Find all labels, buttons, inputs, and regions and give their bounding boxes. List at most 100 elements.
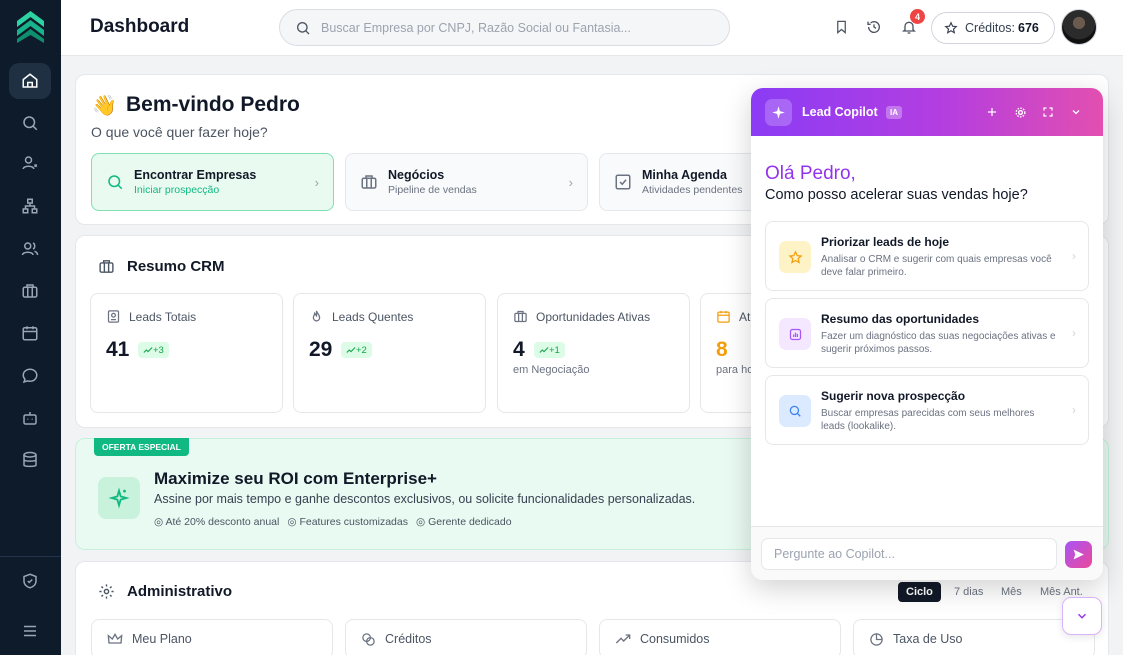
welcome-subtitle: O que você quer fazer hoje? [91, 124, 268, 140]
admin-card-usage-rate[interactable]: Taxa de Uso [853, 619, 1095, 655]
stat-value: 41 [106, 338, 130, 361]
stat-footnote: em Negociação [513, 364, 590, 376]
sidebar-item-home[interactable] [9, 63, 51, 99]
sidebar-item-search[interactable] [9, 105, 51, 141]
trend-up-icon [615, 634, 631, 644]
suggestion-description: Analisar o CRM e sugerir com quais empre… [821, 254, 1052, 278]
copilot-settings-button[interactable] [1012, 104, 1028, 120]
suggestion-opportunities-summary[interactable]: Resumo das oportunidades Fazer um diagnó… [765, 298, 1089, 368]
sidebar-item-security[interactable] [9, 563, 51, 599]
notification-badge: 4 [910, 9, 925, 24]
copilot-input-bar [751, 526, 1103, 580]
stat-value: 8 [716, 338, 728, 361]
suggestion-prioritize-leads[interactable]: Priorizar leads de hoje Analisar o CRM e… [765, 221, 1089, 291]
suggestion-title: Sugerir nova prospecção [821, 389, 966, 403]
admin-card-plan[interactable]: Meu Plano [91, 619, 333, 655]
bot-icon [23, 412, 37, 425]
copilot-question: Como posso acelerar suas vendas hoje? [765, 187, 1028, 203]
user-icon [22, 156, 38, 170]
period-tab-7-days[interactable]: 7 dias [946, 582, 991, 602]
database-icon [23, 451, 37, 468]
stat-card-active-opportunities[interactable]: Oportunidades Ativas 4 +1 em Negociação [497, 293, 690, 413]
stat-card-total-leads[interactable]: Leads Totais 41 +3 [90, 293, 283, 413]
action-subtitle: Atividades pendentes [642, 184, 743, 196]
suggestion-description: Fazer um diagnóstico das suas negociaçõe… [821, 331, 1056, 355]
action-deals[interactable]: Negócios Pipeline de vendas › [345, 153, 588, 211]
copilot-title: Lead Copilot [802, 105, 878, 119]
credits-label: Créditos: [965, 21, 1016, 35]
send-icon [1073, 549, 1084, 560]
stat-delta: +2 [341, 342, 372, 358]
suggestion-new-prospecting[interactable]: Sugerir nova prospecção Buscar empresas … [765, 375, 1089, 445]
period-tab-cycle[interactable]: Ciclo [898, 582, 941, 602]
promo-feature: ◎ Features customizadas [287, 516, 408, 528]
stat-delta: +1 [534, 342, 565, 358]
minimize-button[interactable] [1068, 104, 1084, 120]
plus-icon [988, 108, 996, 116]
send-button[interactable] [1065, 541, 1092, 568]
sidebar-item-menu[interactable] [9, 613, 51, 649]
sidebar-item-org[interactable] [9, 188, 51, 224]
admin-card-consumed[interactable]: Consumidos [599, 619, 841, 655]
sidebar-item-chat[interactable] [9, 358, 51, 394]
new-chat-button[interactable] [984, 104, 1000, 120]
sidebar-item-contacts[interactable] [9, 231, 51, 267]
chevron-right-icon: › [1072, 249, 1076, 263]
briefcase-icon [514, 310, 527, 323]
global-search[interactable] [279, 9, 730, 46]
menu-icon [24, 625, 36, 637]
action-subtitle: Iniciar prospecção [134, 184, 220, 196]
stat-card-hot-leads[interactable]: Leads Quentes 29 +2 [293, 293, 486, 413]
sidebar-item-database[interactable] [9, 442, 51, 478]
bookmark-icon [836, 20, 846, 34]
chevron-right-icon: › [568, 175, 573, 190]
user-avatar[interactable] [1061, 9, 1097, 45]
calendar-icon [717, 310, 730, 323]
sidebar-item-leads[interactable] [9, 145, 51, 181]
copilot-input[interactable] [761, 538, 1057, 570]
expand-icon [1043, 107, 1053, 117]
stat-label: At [739, 309, 751, 324]
crm-summary-header: Resumo CRM [98, 258, 225, 275]
promo-features: ◎ Até 20% desconto anual ◎ Features cust… [154, 516, 512, 528]
stat-footnote: para ho [716, 364, 754, 376]
flame-icon [312, 310, 321, 322]
gear-icon [1014, 106, 1026, 118]
sidebar-item-bot[interactable] [9, 400, 51, 436]
admin-header: Administrativo [98, 583, 232, 600]
stat-value: 29 [309, 338, 333, 361]
sidebar-item-calendar[interactable] [9, 315, 51, 351]
sparkle-icon [765, 99, 792, 126]
calendar-icon [22, 326, 38, 341]
sidebar-item-deals[interactable] [9, 273, 51, 309]
trend-up-icon [143, 347, 153, 353]
crown-icon [107, 632, 123, 644]
shield-icon [23, 573, 37, 589]
notifications-button[interactable]: 4 [899, 9, 925, 37]
copilot-toggle-button[interactable] [1062, 597, 1102, 635]
bookmark-button[interactable] [831, 17, 851, 37]
history-button[interactable] [864, 17, 884, 37]
credits-button[interactable]: Créditos: 676 [931, 12, 1055, 44]
period-tab-month[interactable]: Mês [993, 582, 1030, 602]
home-icon [22, 73, 38, 88]
stat-label: Leads Quentes [332, 309, 414, 324]
action-find-companies[interactable]: Encontrar Empresas Iniciar prospecção › [91, 153, 334, 211]
trend-up-icon [539, 347, 549, 353]
app-logo[interactable] [16, 10, 45, 44]
suggestion-title: Priorizar leads de hoje [821, 235, 950, 249]
suggestion-description: Buscar empresas parecidas com seus melho… [821, 408, 1035, 432]
coins-icon [362, 632, 375, 646]
action-subtitle: Pipeline de vendas [388, 184, 477, 196]
chevron-down-icon [1072, 110, 1080, 115]
credits-value: 676 [1018, 21, 1039, 35]
briefcase-icon [99, 260, 114, 273]
suggestion-title: Resumo das oportunidades [821, 312, 980, 326]
bar-chart-icon [779, 318, 811, 350]
admin-card-credits[interactable]: Créditos [345, 619, 587, 655]
admin-title: Administrativo [127, 583, 233, 600]
expand-button[interactable] [1040, 104, 1056, 120]
search-input[interactable] [321, 20, 701, 35]
search-icon [23, 116, 38, 131]
chevron-right-icon: › [314, 175, 319, 190]
